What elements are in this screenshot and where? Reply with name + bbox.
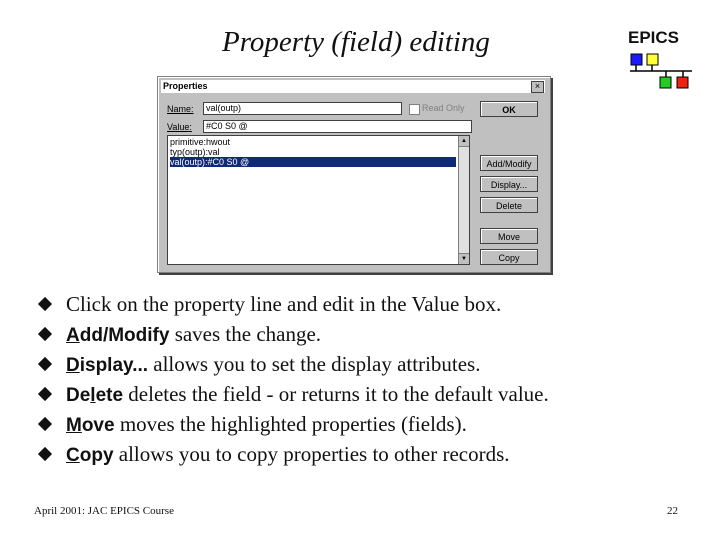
footer-course: April 2001: JAC EPICS Course xyxy=(34,505,174,517)
bullet-diamond-icon xyxy=(37,416,53,432)
keyword-copy: Copy xyxy=(66,445,114,466)
list-item[interactable]: primitive:hwout xyxy=(170,137,456,147)
dialog-titlebar[interactable]: Properties × xyxy=(161,80,545,93)
bullet-text: Copy allows you to copy properties to ot… xyxy=(66,442,510,466)
scroll-down-icon[interactable]: ▼ xyxy=(459,253,469,264)
read-only-checkbox[interactable] xyxy=(409,104,420,115)
bullet-text: Delete deletes the field - or returns it… xyxy=(66,382,549,406)
bullet-diamond-icon xyxy=(37,446,53,462)
keyword-add-modify: Add/Modify xyxy=(66,325,170,346)
name-label: Name: xyxy=(167,104,194,114)
bullet-text: Move moves the highlighted properties (f… xyxy=(66,412,467,436)
bullet-diamond-icon xyxy=(37,356,53,372)
close-icon[interactable]: × xyxy=(531,81,544,93)
epics-logo-text: EPICS xyxy=(628,28,680,47)
display-button[interactable]: Display... xyxy=(480,176,538,192)
bullet-diamond-icon xyxy=(37,296,53,312)
dialog-title: Properties xyxy=(163,81,208,91)
page-number: 22 xyxy=(667,505,678,517)
keyword-move: Move xyxy=(66,415,115,436)
bullet-text: Display... allows you to set the display… xyxy=(66,352,481,376)
copy-button[interactable]: Copy xyxy=(480,249,538,265)
logo-yellow-square xyxy=(646,53,659,66)
value-label: Value: xyxy=(167,122,192,132)
bullet-list: Click on the property line and edit in t… xyxy=(37,289,710,469)
properties-dialog: Properties × Name: val(outp) Read Only O… xyxy=(157,76,551,273)
property-list[interactable]: primitive:hwout typ(outp):val val(outp):… xyxy=(167,135,470,265)
logo-blue-square xyxy=(630,53,643,66)
bullet-item: Display... allows you to set the display… xyxy=(37,349,710,379)
epics-logo-icon xyxy=(630,53,692,89)
move-button[interactable]: Move xyxy=(480,228,538,244)
bullet-text: Click on the property line and edit in t… xyxy=(66,292,502,316)
bullet-item: Move moves the highlighted properties (f… xyxy=(37,409,710,439)
logo-red-square xyxy=(676,76,689,89)
bullet-item: Click on the property line and edit in t… xyxy=(37,289,710,319)
ok-button[interactable]: OK xyxy=(480,101,538,117)
bullet-diamond-icon xyxy=(37,386,53,402)
add-modify-button[interactable]: Add/Modify xyxy=(480,155,538,171)
scroll-up-icon[interactable]: ▲ xyxy=(459,136,469,147)
keyword-display: Display... xyxy=(66,355,149,376)
name-label-text: Name: xyxy=(167,104,194,114)
keyword-delete: Delete xyxy=(66,385,124,406)
bullet-item: Copy allows you to copy properties to ot… xyxy=(37,439,710,469)
bullet-diamond-icon xyxy=(37,326,53,342)
bullet-item: Add/Modify saves the change. xyxy=(37,319,710,349)
bullet-item: Delete deletes the field - or returns it… xyxy=(37,379,710,409)
delete-button[interactable]: Delete xyxy=(480,197,538,213)
list-scrollbar[interactable]: ▲ ▼ xyxy=(458,136,469,264)
logo-green-square xyxy=(659,76,672,89)
value-field[interactable]: #C0 S0 @ xyxy=(203,120,472,133)
value-label-text: Value: xyxy=(167,122,192,132)
slide-title: Property (field) editing xyxy=(222,26,490,58)
bullet-text: Add/Modify saves the change. xyxy=(66,322,322,346)
list-item[interactable]: typ(outp):val xyxy=(170,147,456,157)
read-only-label: Read Only xyxy=(422,103,465,113)
name-field[interactable]: val(outp) xyxy=(203,102,402,115)
list-item-selected[interactable]: val(outp):#C0 S0 @ xyxy=(170,157,456,167)
